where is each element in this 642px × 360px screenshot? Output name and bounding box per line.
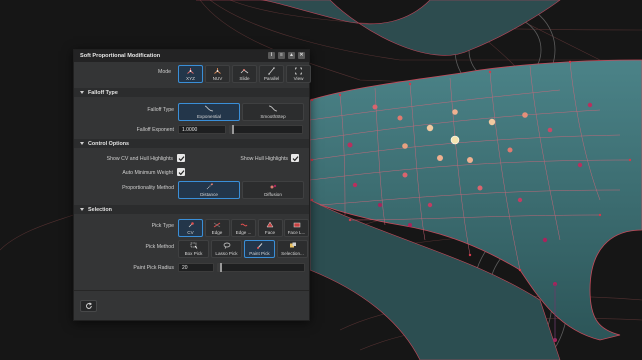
chevron-down-icon: [80, 208, 84, 211]
selection-set-icon: [278, 241, 307, 251]
box-pick-icon: [179, 241, 208, 251]
falloff-type-exponential-button-label: Exponential: [196, 113, 221, 119]
parallel-icon: [260, 66, 283, 76]
reset-icon: [85, 302, 92, 309]
paint-pick-radius-input[interactable]: 20: [178, 263, 214, 272]
pick-type-button-1[interactable]: Edge: [204, 219, 230, 237]
mode-button-slide-label: Slide: [239, 75, 250, 81]
upper-surface: [196, 0, 561, 56]
mode-button-xyz[interactable]: XYZ: [178, 65, 203, 83]
smoothstep-curve-icon: [243, 104, 303, 114]
cv-pick-icon: [179, 220, 202, 230]
panel-titlebar[interactable]: Soft Proportional Modification i ≡ ▲ ✕: [74, 50, 309, 62]
panel-title: Soft Proportional Modification: [80, 53, 161, 59]
falloff-type-label: Falloff Type: [147, 107, 174, 113]
section-control-options[interactable]: Control Options: [74, 139, 309, 148]
show-cv-label: Show CV and Hull Highlights: [106, 156, 173, 162]
edge-loop-pick-icon: [232, 220, 255, 230]
close-icon[interactable]: ✕: [298, 52, 305, 59]
show-hull-checkbox[interactable]: [291, 154, 299, 162]
pick-type-button-3[interactable]: Face: [257, 219, 283, 237]
falloff-exponent-label: Falloff Exponent: [136, 127, 174, 133]
exponential-curve-icon: [179, 104, 239, 114]
chevron-down-icon: [80, 142, 84, 145]
mode-button-nuv-label: NUV: [212, 75, 223, 81]
xyz-axes-icon: [179, 66, 202, 76]
slider-handle[interactable]: [232, 125, 235, 134]
falloff-type-smoothstep-button[interactable]: SmoothStep: [242, 103, 304, 121]
mode-button-parallel-label: Parallel: [263, 75, 280, 81]
pick-type-button-0[interactable]: CV: [178, 219, 203, 237]
footer-divider: [74, 290, 309, 291]
warning-icon[interactable]: ▲: [288, 52, 295, 59]
distance-icon: [179, 182, 239, 192]
diffusion-icon: [243, 182, 303, 192]
mode-button-nuv[interactable]: NUV: [205, 65, 230, 83]
mode-label: Mode: [158, 69, 171, 75]
slide-icon: [233, 66, 256, 76]
pick-type-button-2-label: Edge ...: [235, 229, 252, 235]
lasso-pick-icon: [212, 241, 241, 251]
pick-method-button-2[interactable]: Paint Pick: [244, 240, 275, 258]
chevron-down-icon: [80, 91, 84, 94]
method-distance-button-label: Distance: [200, 191, 218, 197]
pick-method-button-0[interactable]: Box Pick: [178, 240, 209, 258]
show-hull-label: Show Hull Highlights: [240, 156, 288, 162]
falloff-exponent-slider[interactable]: [229, 125, 303, 134]
pick-type-button-0-label: CV: [187, 229, 194, 235]
method-distance-button[interactable]: Distance: [178, 181, 240, 199]
pick-type-button-4-label: Face L...: [287, 229, 306, 235]
auto-min-weight-checkbox[interactable]: [177, 168, 185, 176]
section-falloff-type[interactable]: Falloff Type: [74, 88, 309, 97]
pick-method-button-3-label: Selection...: [281, 250, 304, 256]
info-icon[interactable]: i: [268, 52, 275, 59]
reset-button[interactable]: [80, 300, 97, 312]
pick-method-button-2-label: Paint Pick: [249, 250, 270, 256]
method-diffusion-button-label: Diffusion: [264, 191, 282, 197]
pick-type-button-4[interactable]: Face L...: [284, 219, 309, 237]
slider-handle[interactable]: [220, 263, 222, 272]
paint-pick-radius-label: Paint Pick Radius: [133, 265, 174, 271]
pick-type-button-1-label: Edge: [211, 229, 223, 235]
paint-pick-icon: [245, 241, 274, 251]
proportionality-method-label: Proportionality Method: [122, 185, 174, 191]
face-loop-pick-icon: [285, 220, 308, 230]
falloff-exponent-input[interactable]: 1.0000: [178, 125, 226, 134]
pick-type-button-3-label: Face: [264, 229, 276, 235]
method-diffusion-button[interactable]: Diffusion: [242, 181, 304, 199]
pick-method-button-1-label: Lasso Pick: [215, 250, 238, 256]
pick-type-label: Pick Type: [151, 223, 174, 229]
view-icon: [287, 66, 310, 76]
falloff-type-exponential-button[interactable]: Exponential: [178, 103, 240, 121]
show-cv-checkbox[interactable]: [177, 154, 185, 162]
paint-pick-radius-slider[interactable]: [217, 263, 305, 272]
mode-button-slide[interactable]: Slide: [232, 65, 257, 83]
section-selection[interactable]: Selection: [74, 205, 309, 214]
edge-pick-icon: [206, 220, 229, 230]
menu-icon[interactable]: ≡: [278, 52, 285, 59]
auto-min-weight-label: Auto Minimum Weight: [122, 170, 173, 176]
face-pick-icon: [259, 220, 282, 230]
nuv-axes-icon: [206, 66, 229, 76]
soft-modification-panel: Soft Proportional Modification i ≡ ▲ ✕ M…: [73, 49, 311, 321]
pick-method-button-0-label: Box Pick: [184, 250, 203, 256]
pick-method-button-3[interactable]: Selection...: [277, 240, 308, 258]
mode-button-view[interactable]: View: [286, 65, 311, 83]
pick-type-button-2[interactable]: Edge ...: [231, 219, 256, 237]
pick-method-label: Pick Method: [145, 244, 174, 250]
mode-button-xyz-label: XYZ: [186, 75, 195, 81]
mode-button-parallel[interactable]: Parallel: [259, 65, 284, 83]
mode-button-view-label: View: [293, 75, 304, 81]
falloff-type-smoothstep-button-label: SmoothStep: [260, 113, 286, 119]
pick-method-button-1[interactable]: Lasso Pick: [211, 240, 242, 258]
